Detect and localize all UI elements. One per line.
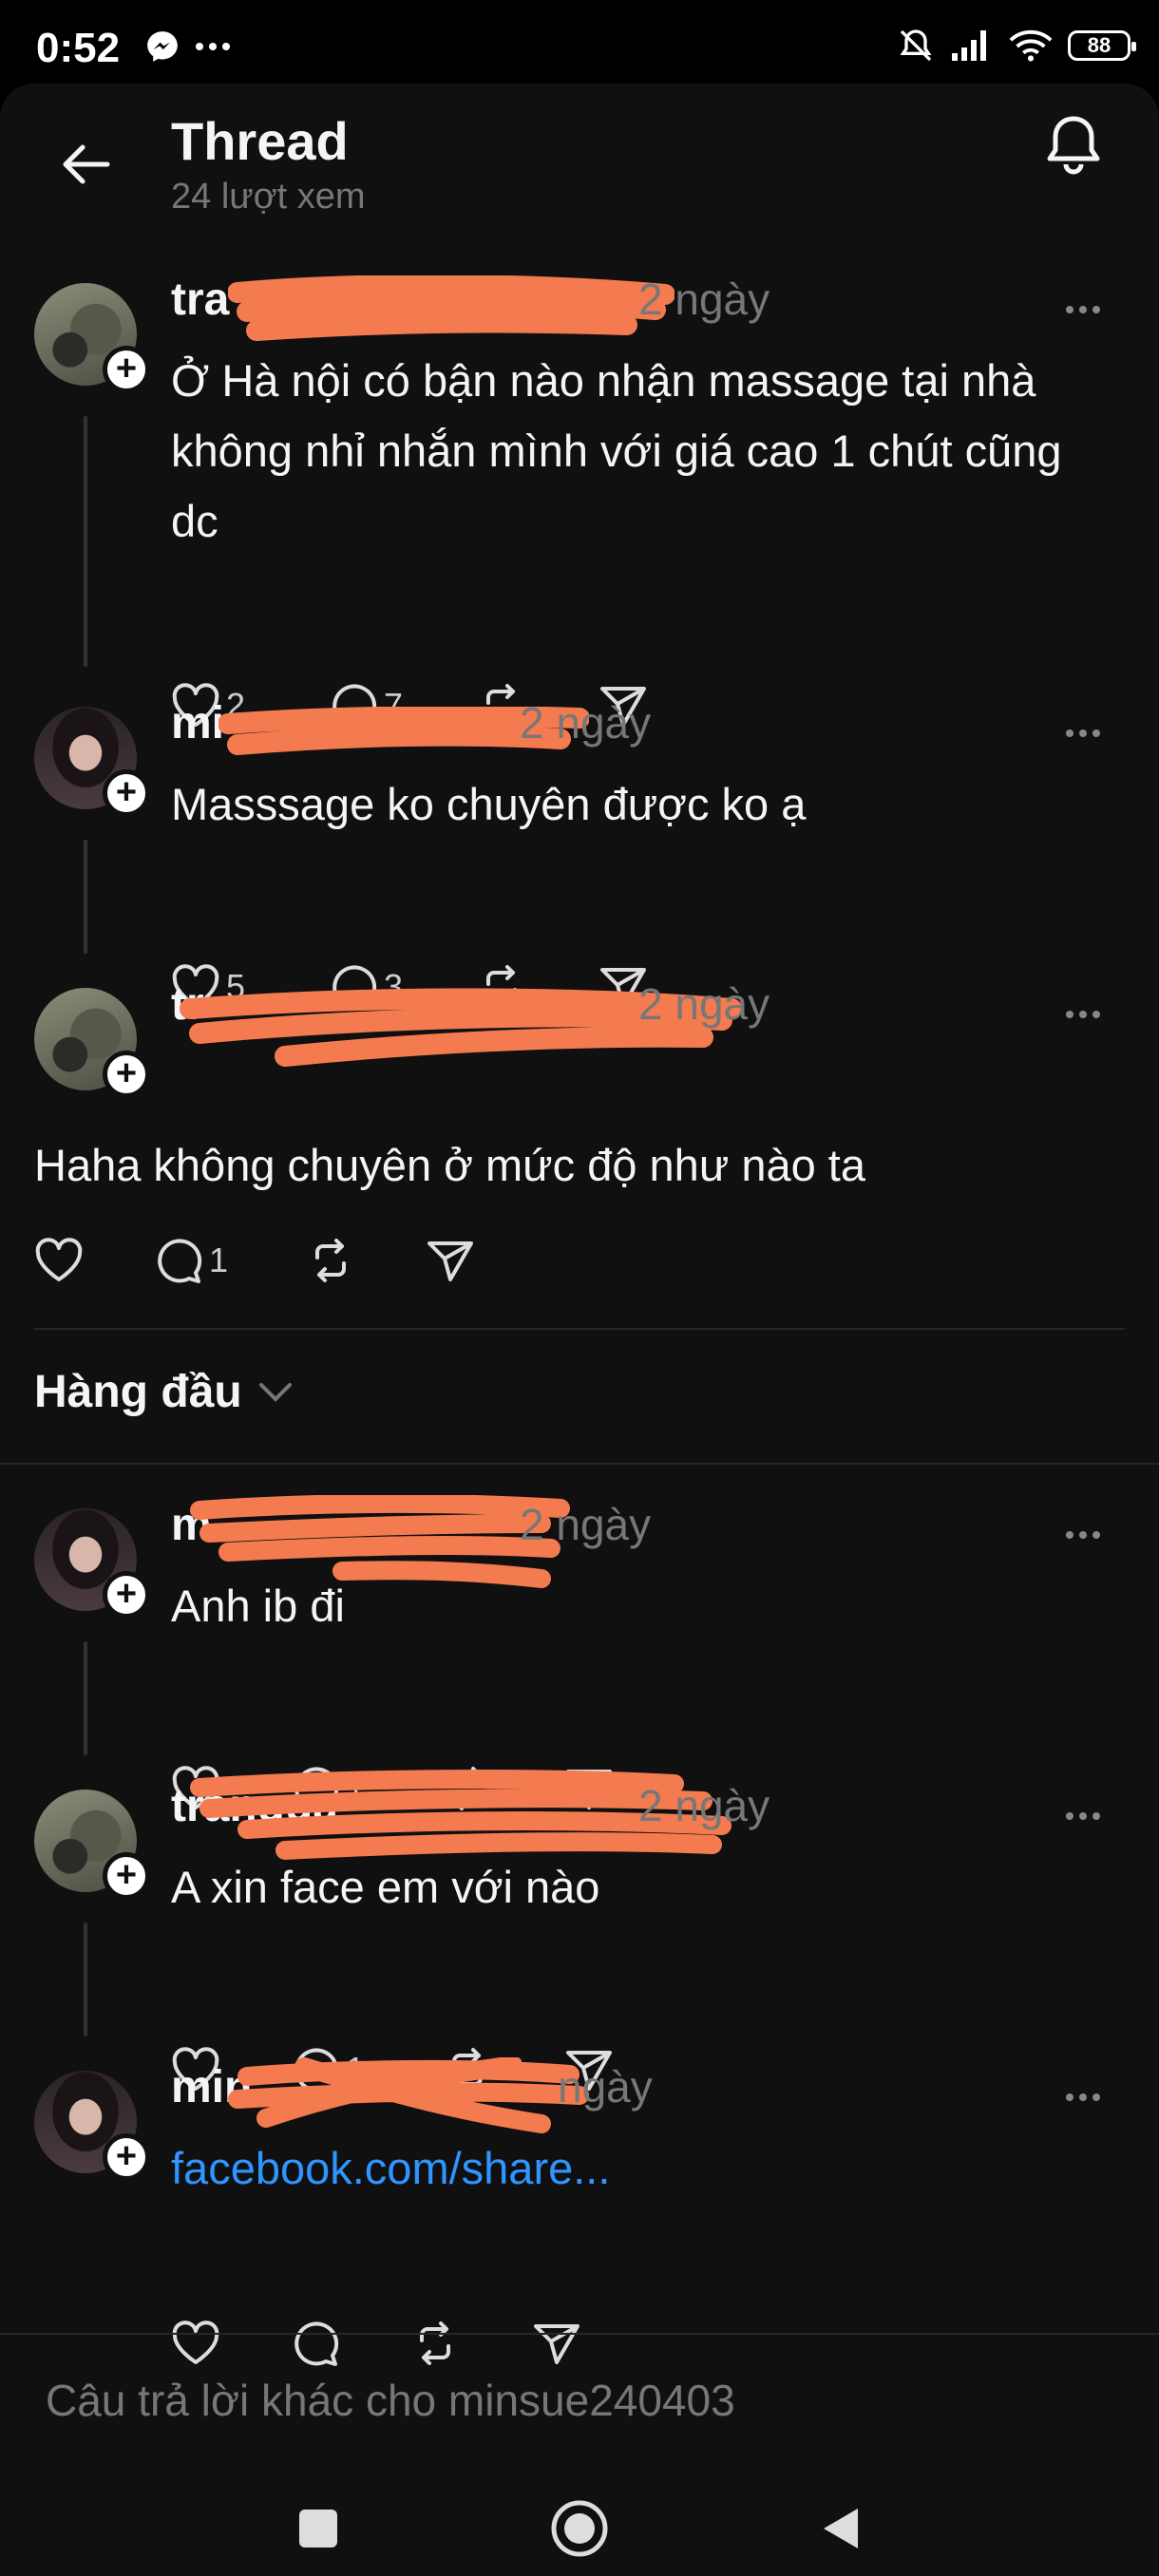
post-text: Masssage ko chuyên được ko ạ [171, 779, 807, 829]
post-time: 2 ngày [638, 275, 770, 324]
notification-button[interactable] [1036, 106, 1112, 182]
back-button[interactable] [48, 131, 124, 198]
repost-icon [315, 1239, 346, 1282]
like-button[interactable] [34, 1238, 154, 1283]
comment-icon [158, 1239, 202, 1283]
heart-icon [35, 1238, 83, 1281]
post-actions: 1 [34, 1237, 475, 1284]
thread-line [84, 416, 87, 667]
view-count: 24 lượt xem [171, 177, 366, 217]
home-circle-icon [551, 2500, 608, 2557]
follow-plus-icon[interactable]: + [103, 1571, 150, 1619]
status-bar: 0:52 88 [0, 0, 1159, 84]
sort-label: Hàng đầu [34, 1367, 242, 1417]
more-options-button[interactable] [1054, 2078, 1112, 2116]
post-time: ngày [558, 2062, 653, 2112]
system-nav-bar [0, 2477, 1159, 2576]
arrow-left-icon [63, 144, 110, 184]
avatar[interactable]: + [34, 1508, 150, 1619]
post-time: 2 ngày [520, 1500, 652, 1549]
thread-screen: Thread 24 lượt xem + tra 2 ngày Ở Hà nội… [0, 84, 1159, 2477]
reply-placeholder: Câu trả lời khác cho minsue240403 [46, 2376, 735, 2425]
battery-icon: 88 [1068, 30, 1136, 61]
post-time: 2 ngày [520, 698, 652, 748]
post-text: A xin face em với nào [171, 1862, 600, 1912]
recents-button[interactable] [280, 2491, 356, 2567]
comment-count: 1 [209, 1241, 229, 1279]
home-button[interactable] [542, 2491, 618, 2567]
avatar[interactable]: + [34, 2071, 150, 2181]
more-options-button[interactable] [1054, 1516, 1112, 1554]
wifi-icon [1009, 30, 1053, 62]
avatar[interactable]: + [34, 283, 150, 393]
post-text: Ở Hà nội có bận nào nhận massage tại nhà… [171, 355, 1062, 546]
status-time: 0:52 [36, 25, 121, 71]
thread-line [84, 840, 87, 954]
square-icon [299, 2510, 337, 2548]
avatar[interactable]: + [34, 1790, 150, 1900]
divider [34, 1328, 1125, 1330]
signal-icon [952, 30, 986, 61]
post-time: 2 ngày [638, 979, 770, 1029]
mute-icon [900, 29, 932, 62]
back-nav-button[interactable] [803, 2491, 879, 2567]
redaction-scribble [228, 275, 674, 341]
username[interactable]: tra [171, 274, 229, 326]
more-dots-icon [196, 43, 230, 50]
avatar[interactable]: + [34, 707, 150, 817]
chevron-down-icon [258, 1382, 292, 1402]
more-options-button[interactable] [1054, 714, 1112, 752]
follow-plus-icon[interactable]: + [103, 1051, 150, 1098]
messenger-icon [147, 31, 178, 62]
username[interactable]: tr [171, 978, 204, 1031]
post-link[interactable]: facebook.com/share... [171, 2133, 1121, 2204]
post-time: 2 ngày [638, 1781, 770, 1830]
avatar[interactable]: + [34, 988, 150, 1098]
repost-button[interactable] [306, 1237, 426, 1284]
divider [0, 1463, 1159, 1465]
post-text: Haha không chuyên ở mức độ như nào ta [34, 1140, 866, 1190]
username[interactable]: min [171, 2061, 252, 2113]
post: + tra 2 ngày Ở Hà nội có bận nào nhận ma… [0, 275, 1159, 767]
username[interactable]: tranqua [171, 1780, 338, 1832]
send-icon [428, 1241, 473, 1281]
follow-plus-icon[interactable]: + [103, 2133, 150, 2181]
reply: + min ngày facebook.com/share... [0, 2057, 1159, 2366]
triangle-back-icon [824, 2509, 858, 2548]
username[interactable]: mi [171, 697, 224, 749]
thread-line [84, 1641, 87, 1755]
bell-icon [1047, 116, 1100, 175]
sort-dropdown[interactable]: Hàng đầu [34, 1366, 294, 1418]
share-button[interactable] [426, 1238, 475, 1283]
post-text: Anh ib đi [171, 1581, 345, 1631]
follow-plus-icon[interactable]: + [103, 769, 150, 817]
post: + mi 2 ngày Masssage ko chuyên được ko ạ… [0, 698, 1159, 1020]
reply-input[interactable]: Câu trả lời khác cho minsue240403 [0, 2335, 1159, 2468]
focused-post: + tr 2 ngày Haha không chuyên ở mức độ n… [0, 979, 1159, 1368]
comment-button[interactable]: 1 [154, 1237, 306, 1284]
page-title: Thread [171, 111, 349, 171]
more-options-button[interactable] [1054, 291, 1112, 329]
header: Thread 24 lượt xem [0, 84, 1159, 236]
thread-line [84, 1923, 87, 2036]
follow-plus-icon[interactable]: + [103, 1852, 150, 1900]
more-options-button[interactable] [1054, 1797, 1112, 1835]
more-options-button[interactable] [1054, 995, 1112, 1033]
follow-plus-icon[interactable]: + [103, 346, 150, 393]
reply: + tranqua 2 ngày A xin face em với nào 1 [0, 1770, 1159, 2093]
username[interactable]: m [171, 1499, 212, 1551]
reply: + m 2 ngày Anh ib đi 1 [0, 1495, 1159, 1811]
